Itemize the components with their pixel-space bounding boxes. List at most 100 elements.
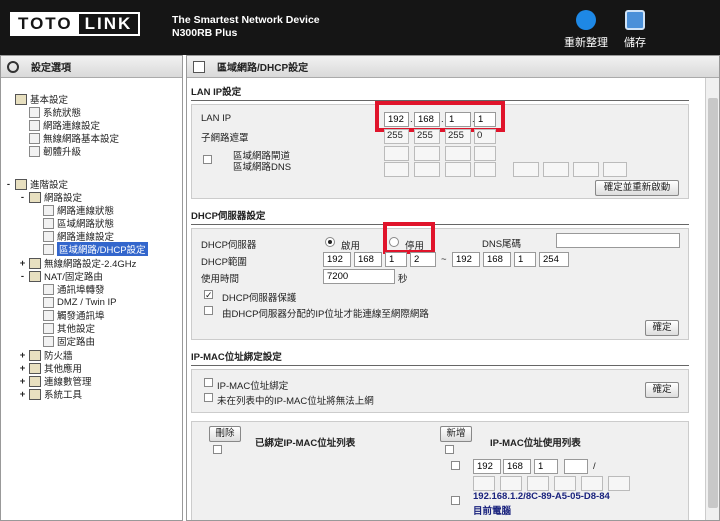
only-dhcp-checkbox[interactable] bbox=[204, 306, 213, 315]
bound-select-all-checkbox[interactable] bbox=[213, 445, 222, 454]
page-icon bbox=[43, 283, 54, 295]
ipmac-section-title: IP-MAC位址綁定設定 bbox=[191, 349, 689, 366]
tree-system-status[interactable]: 系統狀態 bbox=[29, 106, 81, 119]
folder-icon bbox=[15, 178, 27, 190]
new-ip-octet2[interactable] bbox=[503, 459, 531, 474]
tree-label-selected: 區域網路/DHCP設定 bbox=[57, 242, 148, 256]
gateway-dns-checkbox[interactable] bbox=[203, 155, 212, 164]
vertical-scrollbar[interactable] bbox=[705, 78, 719, 520]
wifi-folder-icon bbox=[29, 257, 41, 269]
dhcp-enable-label: 啟用 bbox=[341, 241, 361, 252]
refresh-label: 重新整理 bbox=[564, 37, 608, 49]
tree-other-apps[interactable]: + 其他應用 bbox=[19, 362, 82, 375]
tree-system-tools[interactable]: + 系統工具 bbox=[19, 388, 82, 401]
expand-icon: + bbox=[19, 349, 26, 361]
dhcp-protect-checkbox[interactable]: ✓ bbox=[204, 290, 213, 300]
dhcp-ok-button[interactable]: 確定 bbox=[645, 320, 679, 336]
tree-label: 觸發通訊埠 bbox=[57, 311, 105, 322]
tree-firewall[interactable]: + 防火牆 bbox=[19, 349, 73, 362]
client-entry-checkbox[interactable] bbox=[451, 496, 460, 505]
range-start-octet1[interactable] bbox=[323, 252, 351, 267]
page-icon bbox=[43, 204, 54, 216]
dns-suffix-input[interactable] bbox=[556, 233, 680, 248]
mac-octet3 bbox=[527, 476, 549, 491]
tree-wireless-24[interactable]: + 無線網路設定-2.4GHz bbox=[19, 257, 137, 270]
tree-network-connection[interactable]: 網路連線設定 bbox=[29, 119, 100, 132]
new-entry-checkbox[interactable] bbox=[451, 461, 460, 470]
ipmac-ok-button[interactable]: 確定 bbox=[645, 382, 679, 398]
save-label: 儲存 bbox=[624, 37, 646, 49]
dns2-octet4 bbox=[603, 162, 627, 177]
tree-label: 連線數管理 bbox=[44, 377, 92, 388]
page-icon bbox=[43, 230, 54, 242]
add-button[interactable]: 新增 bbox=[440, 426, 472, 442]
bound-list-label: 已綁定IP-MAC位址列表 bbox=[255, 438, 356, 449]
page-icon bbox=[29, 132, 40, 144]
tree-basic-settings[interactable]: 基本設定 bbox=[15, 93, 68, 106]
apply-restart-button[interactable]: 確定並重新啟動 bbox=[595, 180, 679, 196]
subnet-mask-label: 子網路遮罩 bbox=[201, 133, 249, 144]
new-ip-octet4[interactable] bbox=[564, 459, 588, 474]
lease-time-input[interactable] bbox=[323, 269, 395, 284]
expand-icon: + bbox=[19, 362, 26, 374]
range-start-octet2[interactable] bbox=[354, 252, 382, 267]
range-start-octet3[interactable] bbox=[385, 252, 407, 267]
delete-button[interactable]: 刪除 bbox=[209, 426, 241, 442]
range-end-octet4[interactable] bbox=[539, 252, 569, 267]
tree-dmz[interactable]: DMZ / Twin IP bbox=[43, 296, 116, 308]
app-header: TOTO LINK The Smartest Network Device N3… bbox=[0, 0, 720, 55]
nav-tree: 基本設定 系統狀態 網路連線設定 無線網路基本設定 韌體升級 - 進階設定 - 網路… bbox=[1, 56, 184, 496]
used-list-label: IP-MAC位址使用列表 bbox=[490, 438, 581, 449]
left-panel: 設定選項 基本設定 系統狀態 網路連線設定 無線網路基本設定 韌體升級 - 進階設… bbox=[0, 55, 183, 521]
tree-net-settings[interactable]: 網路連線設定 bbox=[43, 230, 114, 243]
used-select-all-checkbox[interactable] bbox=[445, 445, 454, 454]
range-start-octet4[interactable] bbox=[410, 252, 436, 267]
dns1-octet2 bbox=[414, 162, 440, 177]
ipmac-bind-checkbox[interactable] bbox=[204, 378, 213, 387]
refresh-button[interactable]: 重新整理 bbox=[561, 10, 611, 50]
page-icon bbox=[29, 106, 40, 118]
ipmac-block-checkbox[interactable] bbox=[204, 393, 213, 402]
tree-label: 無線網路設定-2.4GHz bbox=[44, 259, 137, 270]
range-end-octet1[interactable] bbox=[452, 252, 480, 267]
dns2-octet3 bbox=[573, 162, 599, 177]
tree-port-forward[interactable]: 通訊埠轉發 bbox=[43, 283, 105, 296]
tree-firmware-upgrade[interactable]: 韌體升級 bbox=[29, 145, 82, 158]
tree-label: 區域網路狀態 bbox=[57, 219, 115, 230]
tree-network-settings[interactable]: - 網路設定 bbox=[19, 191, 82, 204]
gateway-octet4 bbox=[474, 146, 496, 161]
tree-label: 防火牆 bbox=[44, 351, 73, 362]
page-icon bbox=[29, 119, 40, 131]
tree-lan-dhcp[interactable]: 區域網路/DHCP設定 bbox=[43, 242, 148, 256]
lan-ip-label: LAN IP bbox=[201, 113, 232, 124]
tree-port-trigger[interactable]: 觸發通訊埠 bbox=[43, 309, 105, 322]
tree-nat[interactable]: - NAT/固定路由 bbox=[19, 270, 103, 283]
page-icon bbox=[43, 309, 54, 321]
client-entry: 192.168.1.2/8C-89-A5-05-D8-84 bbox=[473, 491, 610, 502]
lock-icon bbox=[29, 349, 41, 361]
tree-other-settings[interactable]: 其他設定 bbox=[43, 322, 95, 335]
tree-advanced-settings[interactable]: - 進階設定 bbox=[5, 178, 68, 191]
tree-wireless-basic[interactable]: 無線網路基本設定 bbox=[29, 132, 120, 145]
new-ip-octet1[interactable] bbox=[473, 459, 501, 474]
new-ip-octet3[interactable] bbox=[534, 459, 558, 474]
tree-label: 無線網路基本設定 bbox=[43, 134, 120, 145]
logo-right: LINK bbox=[84, 14, 133, 33]
folder-icon bbox=[29, 270, 41, 282]
dns-suffix-label: DNS尾碼 bbox=[482, 239, 522, 250]
scrollbar-thumb[interactable] bbox=[708, 98, 718, 508]
tree-label: 韌體升級 bbox=[43, 147, 82, 158]
save-button[interactable]: 儲存 bbox=[610, 10, 660, 50]
tree-lan-status[interactable]: 區域網路狀態 bbox=[43, 217, 115, 230]
tree-connection-mgmt[interactable]: + 連線數管理 bbox=[19, 375, 92, 388]
collapse-icon: - bbox=[6, 178, 11, 190]
tree-static-route[interactable]: 固定路由 bbox=[43, 335, 95, 348]
client-name: 目前電腦 bbox=[473, 506, 512, 517]
page-icon bbox=[43, 335, 54, 347]
save-icon bbox=[625, 10, 645, 30]
range-end-octet2[interactable] bbox=[483, 252, 511, 267]
range-end-octet3[interactable] bbox=[514, 252, 536, 267]
lan-ip-highlight bbox=[375, 101, 505, 132]
dhcp-enable-radio[interactable] bbox=[325, 237, 335, 247]
tree-net-status[interactable]: 網路連線狀態 bbox=[43, 204, 114, 217]
